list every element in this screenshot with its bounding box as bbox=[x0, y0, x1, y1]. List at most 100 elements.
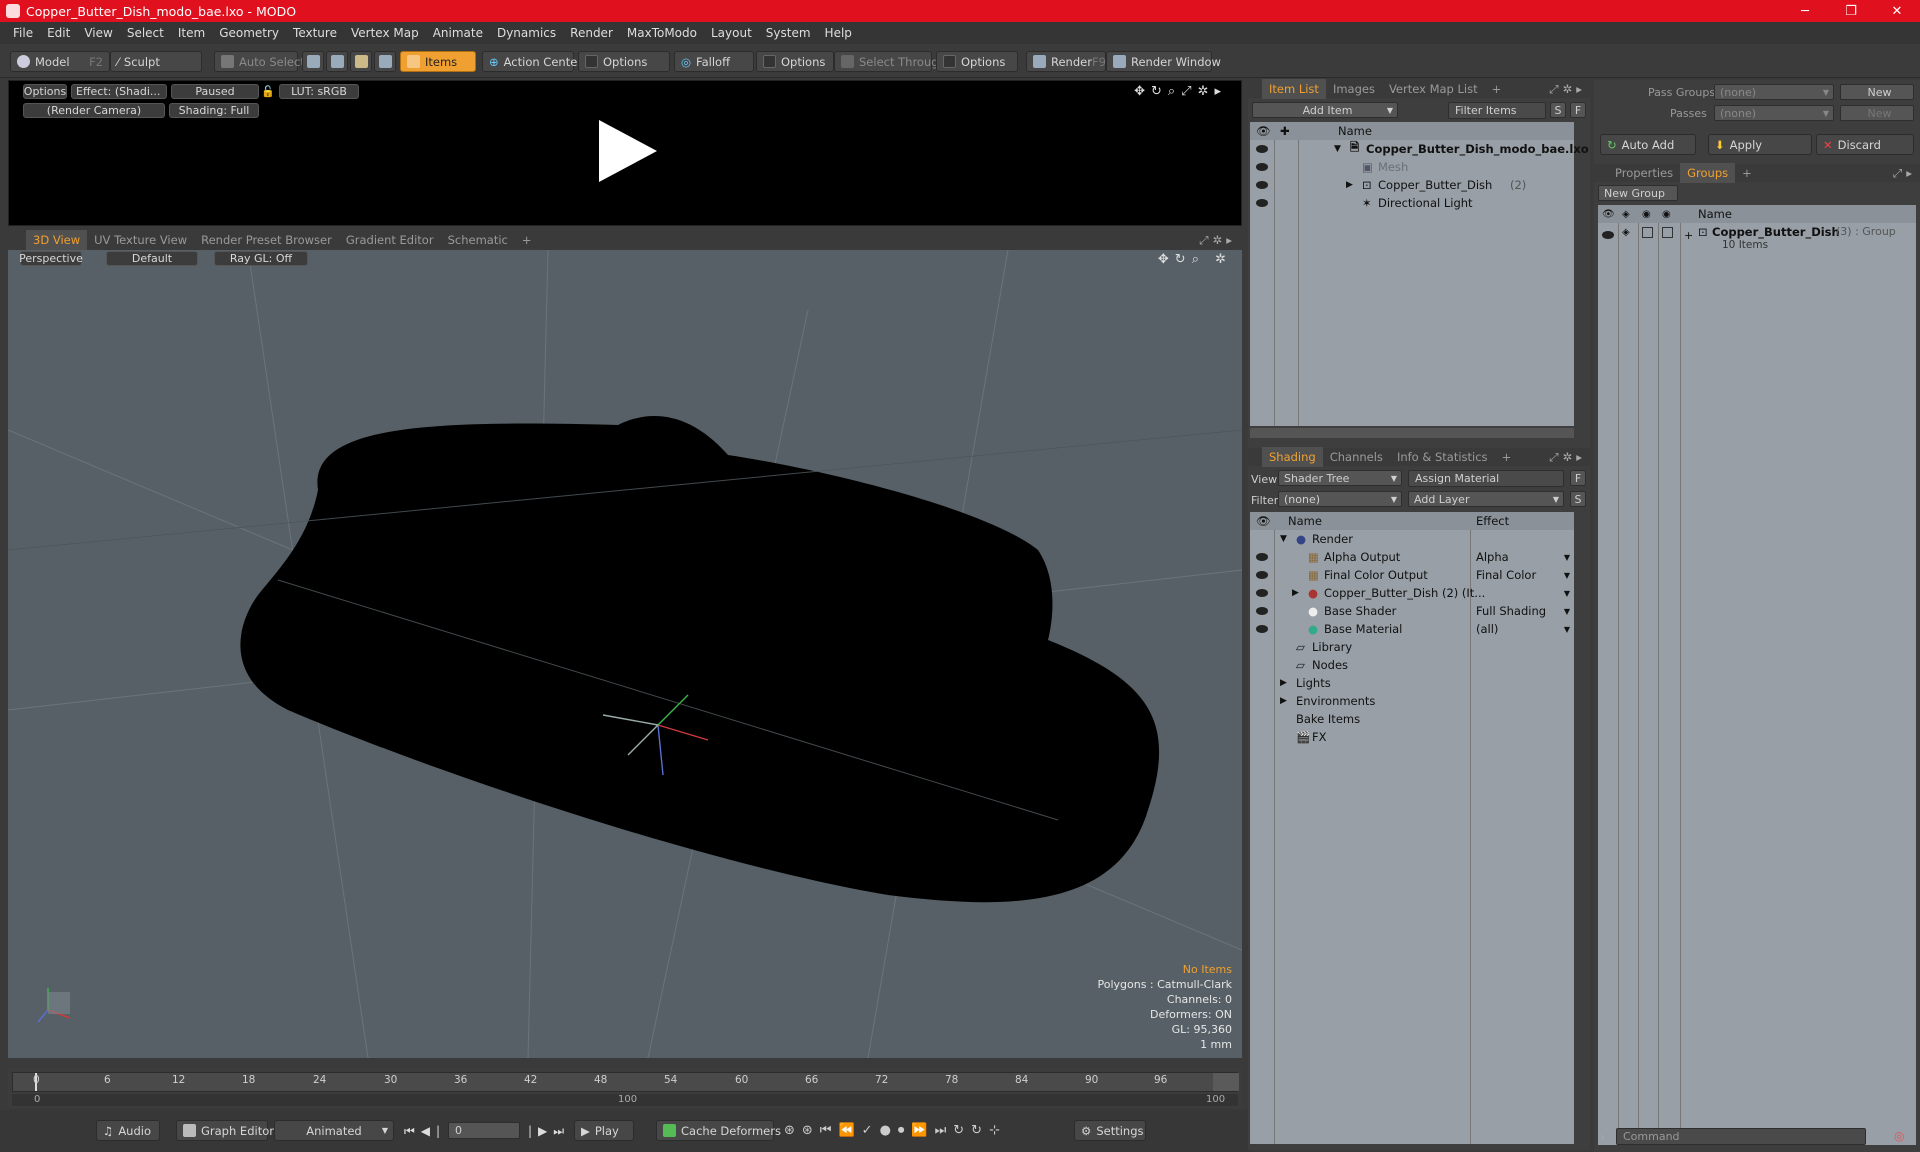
shader-row-library[interactable]: ▱ Library bbox=[1250, 638, 1574, 656]
tree-row-mesh[interactable]: ▣ Mesh bbox=[1250, 158, 1574, 176]
expand-arrow-icon[interactable]: ▼ bbox=[1334, 144, 1341, 154]
edges-mode-button[interactable] bbox=[326, 51, 348, 72]
skip-forward-controls[interactable]: |▶⏭ bbox=[528, 1124, 570, 1139]
preview-options-button[interactable]: Options bbox=[23, 84, 67, 99]
expand-arrow-icon[interactable]: ▼ bbox=[1280, 534, 1287, 544]
action-center-options-button[interactable]: Options bbox=[578, 51, 670, 72]
cache-deformers-button[interactable]: Cache Deformers bbox=[656, 1120, 781, 1141]
shader-row-alpha-output[interactable]: ▦ Alpha Output Alpha ▼ bbox=[1250, 548, 1574, 566]
graph-editor-button[interactable]: Graph Editor bbox=[176, 1120, 274, 1141]
tree-row-light[interactable]: ✶ Directional Light bbox=[1250, 194, 1574, 212]
paused-button[interactable]: Paused bbox=[171, 84, 259, 99]
menu-system[interactable]: System bbox=[759, 26, 818, 40]
tab-images[interactable]: Images bbox=[1326, 79, 1382, 99]
select-checkbox[interactable] bbox=[1662, 227, 1673, 238]
command-stop-icon[interactable]: ◎ bbox=[1894, 1129, 1904, 1143]
menu-edit[interactable]: Edit bbox=[40, 26, 77, 40]
range-bar[interactable]: 0 100 100 bbox=[12, 1094, 1238, 1106]
add-tab-button[interactable]: + bbox=[1735, 163, 1759, 183]
expand-arrow-icon[interactable]: ▶ bbox=[1346, 180, 1353, 190]
shader-row-nodes[interactable]: ▱ Nodes bbox=[1250, 656, 1574, 674]
maximize-button[interactable]: ❐ bbox=[1828, 0, 1874, 22]
tab-3d-view[interactable]: 3D View bbox=[26, 230, 88, 250]
tab-properties[interactable]: Properties bbox=[1608, 163, 1680, 183]
chevron-down-icon[interactable]: ▼ bbox=[1564, 553, 1570, 562]
chevron-down-icon[interactable]: ▼ bbox=[1564, 625, 1570, 634]
auto-add-button[interactable]: ↻ Auto Add bbox=[1600, 134, 1696, 155]
expand-arrow-icon[interactable]: ▶ bbox=[1280, 696, 1287, 706]
chevron-down-icon[interactable]: ▼ bbox=[1564, 571, 1570, 580]
vertices-mode-button[interactable] bbox=[302, 51, 324, 72]
shader-row-render[interactable]: ▼ ● Render bbox=[1250, 530, 1574, 548]
group-row-copper-butter-dish[interactable]: ◈ + ⊡ Copper_Butter_Dish (3) : Group 10 … bbox=[1598, 225, 1916, 255]
filter-dropdown[interactable]: (none) ▼ bbox=[1278, 491, 1402, 507]
menu-item[interactable]: Item bbox=[171, 26, 212, 40]
tree-row-group[interactable]: ▶ ⊡ Copper_Butter_Dish (2) bbox=[1250, 176, 1574, 194]
viewport-nav-controls[interactable]: ✥↻⌕ ✲ bbox=[1158, 252, 1232, 267]
polygons-mode-button[interactable] bbox=[350, 51, 372, 72]
effect-dropdown[interactable]: Effect: (Shadi... bbox=[71, 84, 167, 99]
play-icon[interactable] bbox=[591, 116, 661, 186]
tab-vertex-map-list[interactable]: Vertex Map List bbox=[1382, 79, 1485, 99]
animated-dropdown[interactable]: Animated ▼ bbox=[274, 1120, 394, 1141]
select-through-options-button[interactable]: Options bbox=[936, 51, 1018, 72]
tab-groups[interactable]: Groups bbox=[1680, 163, 1736, 183]
shader-row-final-color-output[interactable]: ▦ Final Color Output Final Color ▼ bbox=[1250, 566, 1574, 584]
passes-dropdown[interactable]: (none) ▼ bbox=[1714, 105, 1834, 121]
shader-row-material-group[interactable]: ▶ ● Copper_Butter_Dish (2) (It... ▼ bbox=[1250, 584, 1574, 602]
menu-geometry[interactable]: Geometry bbox=[212, 26, 286, 40]
shader-row-lights[interactable]: ▶ Lights bbox=[1250, 674, 1574, 692]
tab-item-list[interactable]: Item List bbox=[1262, 79, 1326, 99]
tab-uv-texture-view[interactable]: UV Texture View bbox=[87, 230, 194, 250]
perspective-dropdown[interactable]: Perspective bbox=[19, 251, 83, 266]
key-controls[interactable]: ⊛⊛⏮⏪✓●⏺⏩⏭↻↻⊹ bbox=[784, 1123, 1007, 1138]
auto-select-button[interactable]: Auto Select bbox=[214, 51, 305, 72]
panel-options-icon[interactable]: ⤢▸ bbox=[1893, 166, 1920, 181]
menu-layout[interactable]: Layout bbox=[704, 26, 759, 40]
skip-back-controls[interactable]: ⏮◀| bbox=[404, 1124, 446, 1139]
chevron-down-icon[interactable]: ▼ bbox=[1564, 607, 1570, 616]
panel-options-icon[interactable]: ⤢✲▸ bbox=[1549, 450, 1590, 465]
frame-field[interactable]: 0 bbox=[448, 1122, 520, 1139]
shader-row-fx[interactable]: 🎬 FX bbox=[1250, 728, 1574, 746]
menu-help[interactable]: Help bbox=[818, 26, 859, 40]
render-button[interactable]: Render F9 bbox=[1026, 51, 1106, 72]
item-list-scrollbar[interactable] bbox=[1250, 428, 1574, 438]
tab-shading[interactable]: Shading bbox=[1262, 447, 1323, 467]
chevron-down-icon[interactable]: ▼ bbox=[1564, 589, 1570, 598]
expand-arrow-icon[interactable]: ▶ bbox=[1292, 588, 1299, 598]
discard-button[interactable]: ✕ Discard bbox=[1816, 134, 1914, 155]
add-layer-s-button[interactable]: S bbox=[1570, 491, 1586, 507]
tab-schematic[interactable]: Schematic bbox=[441, 230, 515, 250]
shading-style-dropdown[interactable]: Default bbox=[106, 251, 198, 266]
menu-dynamics[interactable]: Dynamics bbox=[490, 26, 563, 40]
groups-list[interactable]: 👁 ◈ ◉ ◉ Name ◈ + ⊡ Copper_Butter_Dish (3… bbox=[1598, 205, 1916, 1145]
new-pass-group-button[interactable]: New bbox=[1840, 84, 1914, 100]
panel-options-icon[interactable]: ⤢✲▸ bbox=[1549, 82, 1590, 97]
model-button[interactable]: Model F2 bbox=[10, 51, 110, 72]
pass-groups-dropdown[interactable]: (none) ▼ bbox=[1714, 84, 1834, 100]
menu-file[interactable]: File bbox=[6, 26, 40, 40]
menu-animate[interactable]: Animate bbox=[426, 26, 490, 40]
menu-view[interactable]: View bbox=[77, 26, 119, 40]
shader-row-bake-items[interactable]: Bake Items bbox=[1250, 710, 1574, 728]
filter-items-input[interactable]: Filter Items bbox=[1448, 102, 1546, 119]
shader-tree[interactable]: 👁 Name Effect ▼ ● Render ▦ Alpha Output … bbox=[1250, 512, 1574, 1144]
new-pass-button[interactable]: New bbox=[1840, 105, 1914, 121]
new-group-button[interactable]: New Group bbox=[1598, 185, 1678, 201]
command-input[interactable]: Command bbox=[1616, 1128, 1866, 1145]
tab-gradient-editor[interactable]: Gradient Editor bbox=[339, 230, 441, 250]
tab-channels[interactable]: Channels bbox=[1323, 447, 1390, 467]
filter-s-button[interactable]: S bbox=[1550, 102, 1566, 118]
add-layer-dropdown[interactable]: Add Layer ▼ bbox=[1408, 491, 1564, 507]
falloff-button[interactable]: ◎ Falloff bbox=[674, 51, 754, 72]
menu-texture[interactable]: Texture bbox=[286, 26, 344, 40]
lut-dropdown[interactable]: LUT: sRGB bbox=[279, 84, 359, 99]
shading-dropdown[interactable]: Shading: Full bbox=[169, 103, 259, 118]
tree-row-scene[interactable]: ▼ 🗎 Copper_Butter_Dish_modo_bae.lxo bbox=[1250, 140, 1589, 158]
materials-mode-button[interactable] bbox=[374, 51, 396, 72]
menu-vertex-map[interactable]: Vertex Map bbox=[344, 26, 426, 40]
falloff-options-button[interactable]: Options bbox=[756, 51, 834, 72]
items-mode-button[interactable]: Items bbox=[400, 51, 476, 72]
lock-icon[interactable]: 🔓 bbox=[261, 84, 275, 99]
